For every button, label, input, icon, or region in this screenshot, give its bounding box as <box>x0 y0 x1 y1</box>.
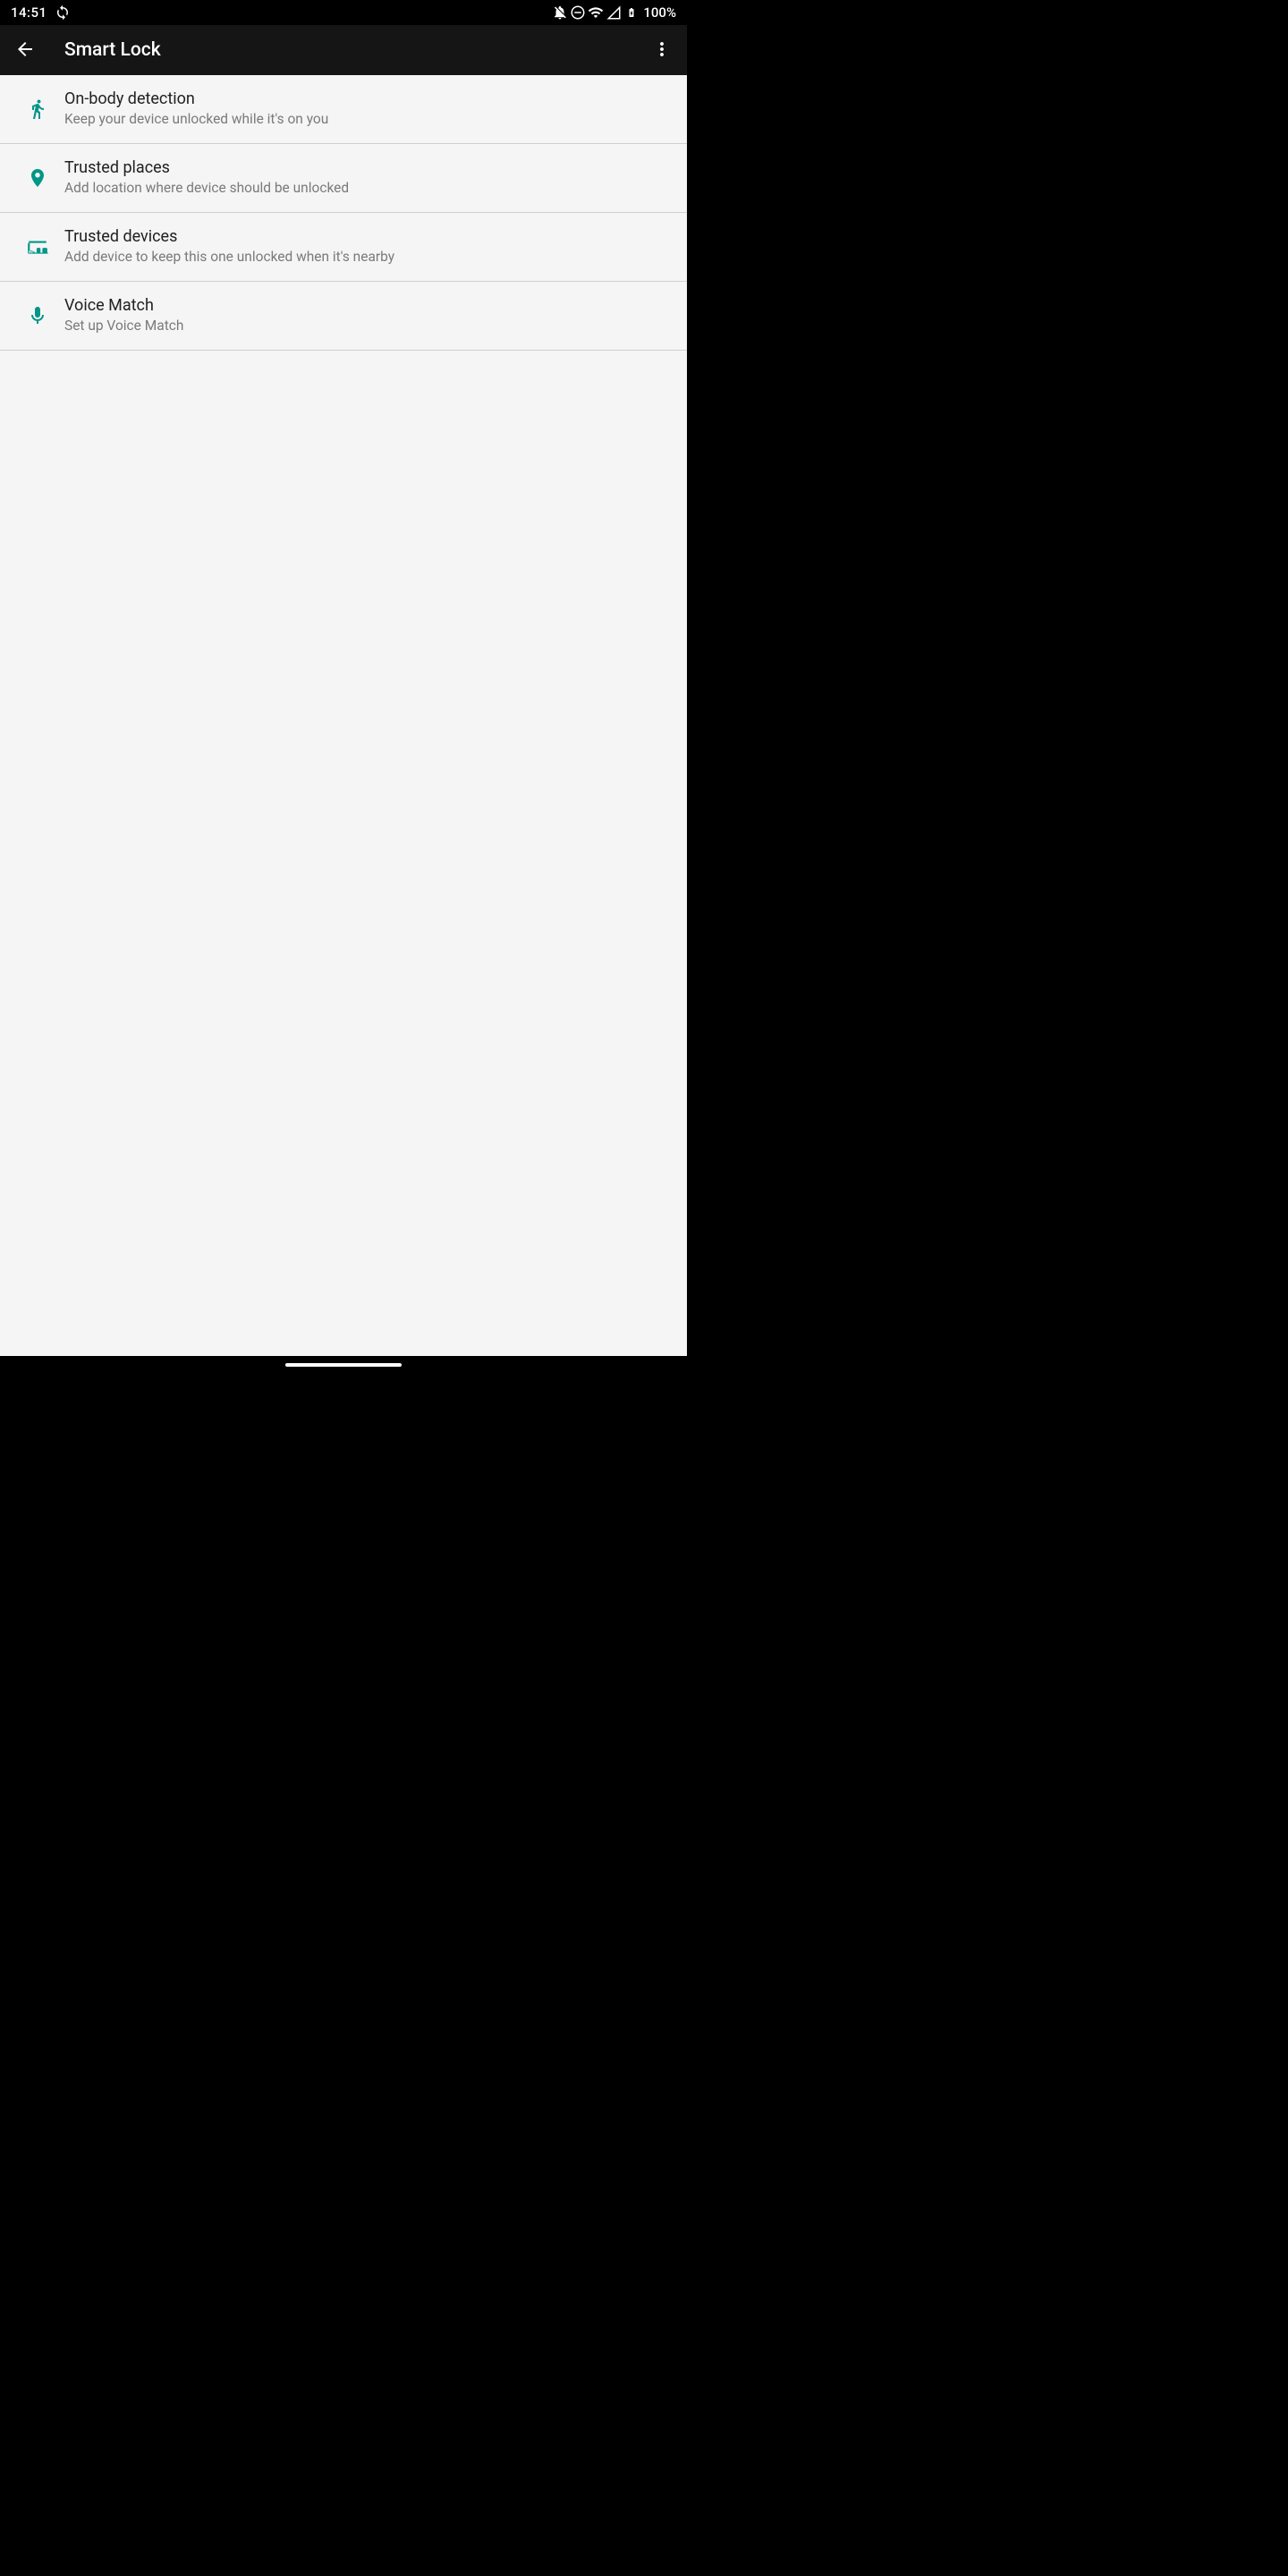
voice-match-item[interactable]: Voice Match Set up Voice Match <box>0 282 687 351</box>
app-bar: Smart Lock <box>0 25 687 75</box>
overflow-menu-button[interactable] <box>644 32 680 68</box>
battery-charging-icon <box>623 4 640 21</box>
list-item-title: Trusted devices <box>64 227 669 246</box>
place-pin-icon <box>11 167 64 189</box>
gesture-handle[interactable] <box>285 1363 402 1367</box>
status-time: 14:51 <box>11 4 47 21</box>
settings-list: On-body detection Keep your device unloc… <box>0 75 687 1356</box>
do-not-disturb-icon <box>570 4 586 21</box>
list-item-subtitle: Keep your device unlocked while it's on … <box>64 110 669 129</box>
status-bar: 14:51 100% <box>0 0 687 25</box>
list-item-subtitle: Set up Voice Match <box>64 317 669 335</box>
arrow-back-icon <box>14 38 36 63</box>
trusted-places-item[interactable]: Trusted places Add location where device… <box>0 144 687 213</box>
page-title: Smart Lock <box>64 39 644 61</box>
notifications-off-icon <box>552 4 568 21</box>
on-body-detection-item[interactable]: On-body detection Keep your device unloc… <box>0 75 687 144</box>
cellular-signal-icon <box>606 4 622 21</box>
walking-person-icon <box>11 98 64 120</box>
trusted-devices-item[interactable]: Trusted devices Add device to keep this … <box>0 213 687 282</box>
list-item-title: Voice Match <box>64 296 669 315</box>
rotate-lock-icon <box>55 4 71 21</box>
list-item-subtitle: Add location where device should be unlo… <box>64 179 669 198</box>
list-item-title: Trusted places <box>64 158 669 177</box>
more-vert-icon <box>651 38 673 63</box>
status-bar-left: 14:51 <box>11 4 71 21</box>
microphone-icon <box>11 305 64 326</box>
devices-icon <box>11 235 64 258</box>
back-button[interactable] <box>7 32 43 68</box>
list-item-subtitle: Add device to keep this one unlocked whe… <box>64 248 669 267</box>
navigation-bar <box>0 1356 687 1374</box>
list-item-title: On-body detection <box>64 89 669 108</box>
status-bar-right: 100% <box>552 4 676 21</box>
battery-percentage: 100% <box>643 4 676 21</box>
wifi-icon <box>588 4 604 21</box>
